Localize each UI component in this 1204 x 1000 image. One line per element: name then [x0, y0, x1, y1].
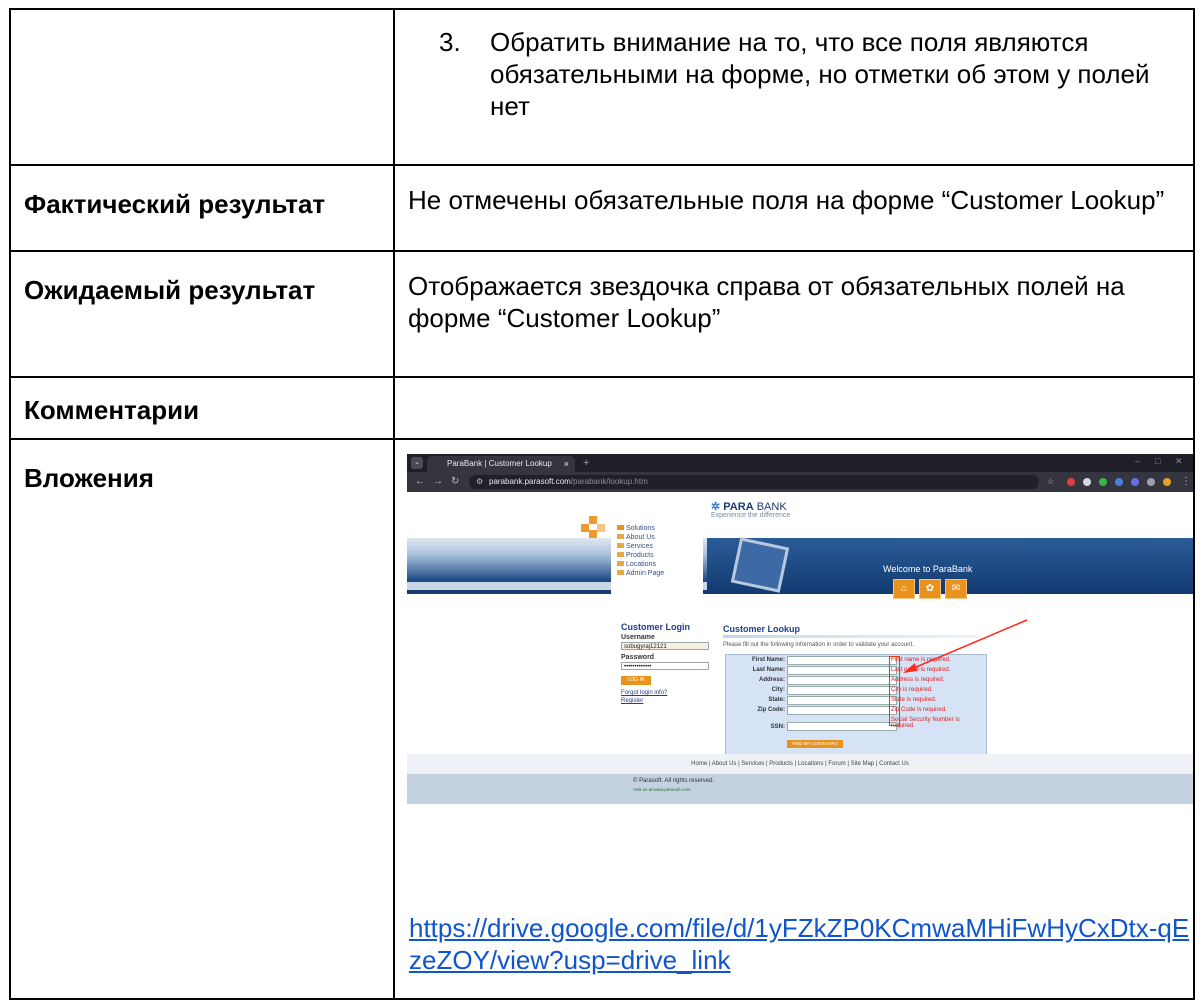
comments-label: Комментарии: [24, 395, 200, 425]
footer-band: [407, 774, 1193, 804]
comments-label-cell: Комментарии: [9, 376, 395, 440]
actual-result-label: Фактический результат: [24, 189, 326, 219]
step-text: Обратить внимание на то, что все поля яв…: [490, 27, 1150, 121]
visit-text: Visit us at:www.parasoft.com: [633, 787, 691, 792]
step-3: 3. Обратить внимание на то, что все поля…: [395, 10, 1193, 122]
comments-value-cell: [393, 376, 1195, 440]
actual-result-value-cell: Не отмечены обязательные поля на форме “…: [393, 164, 1195, 252]
test-case-table: 3. Обратить внимание на то, что все поля…: [9, 8, 1195, 1000]
copyright-text: © Parasoft. All rights reserved.: [633, 778, 715, 784]
empty-label-cell: [9, 8, 395, 166]
footer-links[interactable]: Home | About Us | Services | Products | …: [407, 754, 1193, 774]
drive-link[interactable]: https://drive.google.com/file/d/1yFZkZP0…: [409, 912, 1193, 976]
attachments-label: Вложения: [24, 463, 154, 493]
steps-cell: 3. Обратить внимание на то, что все поля…: [393, 8, 1195, 166]
expected-result-value-cell: Отображается звездочка справа от обязате…: [393, 250, 1195, 378]
actual-result-value: Не отмечены обязательные поля на форме “…: [408, 185, 1165, 215]
expected-result-label: Ожидаемый результат: [24, 275, 316, 305]
expected-result-value: Отображается звездочка справа от обязате…: [408, 271, 1125, 333]
attachments-label-cell: Вложения: [9, 438, 395, 1000]
actual-result-label-cell: Фактический результат: [9, 164, 395, 252]
attached-screenshot[interactable]: ⌄ ParaBank | Customer Lookup × + – □ ✕ ←…: [407, 454, 1193, 804]
expected-result-label-cell: Ожидаемый результат: [9, 250, 395, 378]
annotation-arrow: [903, 619, 1028, 673]
step-number: 3.: [439, 27, 461, 57]
